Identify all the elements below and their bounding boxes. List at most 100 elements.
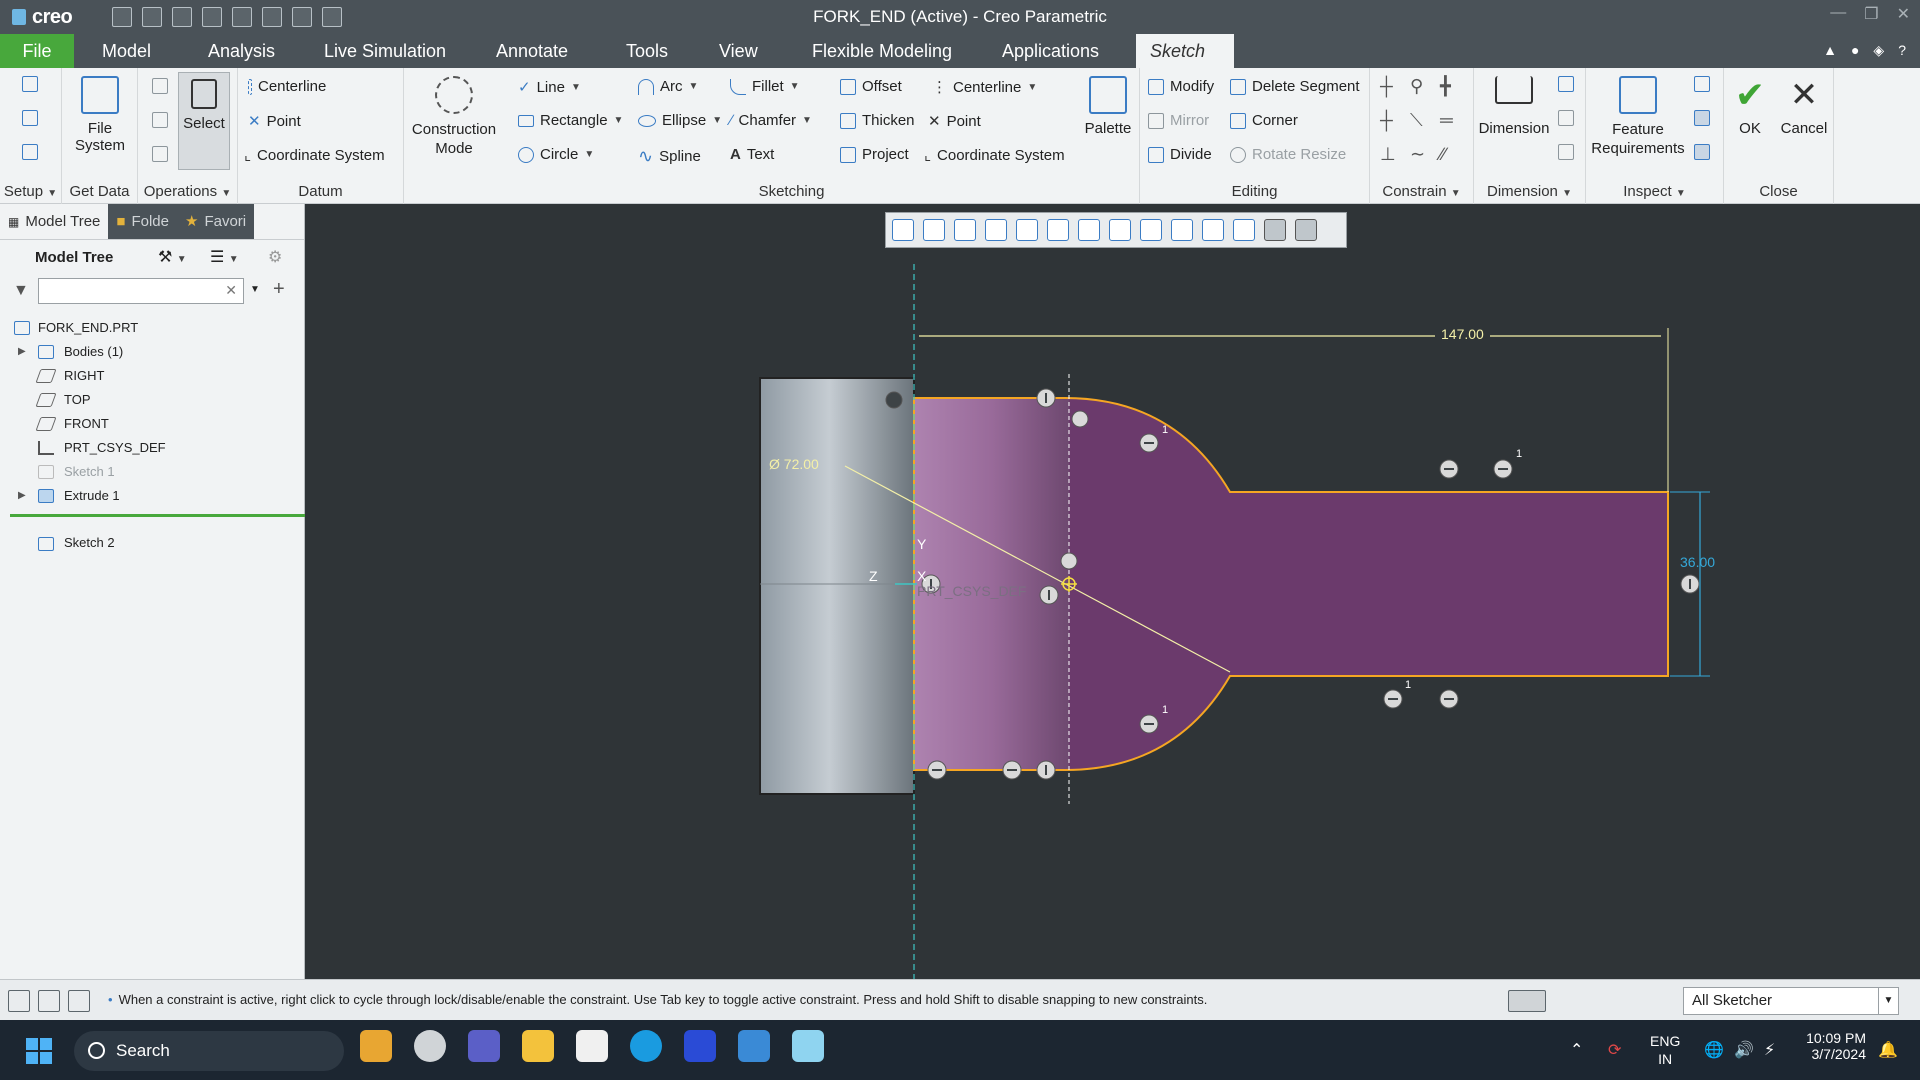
arc-button[interactable]: Arc ▼ xyxy=(638,78,698,95)
edge-app-icon[interactable] xyxy=(630,1030,662,1062)
expand-icon[interactable]: ▶ xyxy=(18,340,26,364)
divide-button[interactable]: Divide xyxy=(1148,146,1212,163)
volume-icon[interactable]: 🔊 xyxy=(1734,1040,1754,1060)
shade-closed-loops-icon[interactable] xyxy=(1694,144,1710,160)
construction-mode-button[interactable]: Construction Mode xyxy=(408,76,500,158)
tree-search-input[interactable]: ✕ xyxy=(38,278,244,304)
midpoint-constraint-icon[interactable]: ╋ xyxy=(1440,76,1451,97)
baseline-icon[interactable] xyxy=(1558,76,1574,92)
tab-live-simulation[interactable]: Live Simulation xyxy=(310,34,460,68)
symmetric-constraint-icon[interactable]: ∼ xyxy=(1410,144,1425,165)
tab-sketch[interactable]: Sketch xyxy=(1136,34,1234,68)
help-icon[interactable]: ? xyxy=(1898,42,1906,59)
clear-search-icon[interactable]: ✕ xyxy=(225,282,237,299)
add-filter-icon[interactable]: + xyxy=(273,278,285,301)
teams-app-icon[interactable] xyxy=(468,1030,500,1062)
equal-constraint-icon[interactable]: ═ xyxy=(1440,110,1453,131)
network-icon[interactable]: 🌐 xyxy=(1704,1040,1724,1060)
highlight-open-ends-icon[interactable] xyxy=(1694,110,1710,126)
expand-icon[interactable]: ▶ xyxy=(18,484,26,508)
search-help-icon[interactable]: ● xyxy=(1851,42,1859,59)
line-button[interactable]: ✓ Line ▼ xyxy=(518,78,581,97)
group-label-setup[interactable]: Setup ▼ xyxy=(0,183,61,200)
dimension-button[interactable]: Dimension xyxy=(1474,76,1554,137)
tree-node-sketch-1[interactable]: Sketch 1 xyxy=(0,460,305,484)
project-button[interactable]: Project xyxy=(840,146,909,163)
selection-filter-dropdown[interactable]: All Sketcher ▼ xyxy=(1683,987,1899,1015)
paste-icon[interactable] xyxy=(152,146,168,162)
tangent-constraint-symbol[interactable] xyxy=(1071,410,1089,428)
language-indicator[interactable]: ENG IN xyxy=(1650,1032,1680,1068)
windows-start-icon[interactable] xyxy=(26,1038,52,1064)
show-browser-icon[interactable] xyxy=(38,990,60,1012)
taskbar-search[interactable]: Search xyxy=(74,1031,344,1071)
show-hidden-icons-icon[interactable]: ⌃ xyxy=(1570,1040,1583,1060)
datum-centerline-button[interactable]: Centerline xyxy=(248,78,326,95)
store-app-icon[interactable] xyxy=(576,1030,608,1062)
learning-icon[interactable]: ◈ xyxy=(1873,42,1884,59)
tab-model-tree[interactable]: ▦ Model Tree xyxy=(0,204,108,239)
palette-button[interactable]: Palette xyxy=(1080,76,1136,137)
datum-point-button[interactable]: ✕ Point xyxy=(248,112,301,131)
clock[interactable]: 10:09 PM 3/7/2024 xyxy=(1806,1030,1866,1062)
tree-node-front[interactable]: FRONT xyxy=(0,412,305,436)
full-screen-icon[interactable] xyxy=(68,990,90,1012)
modify-button[interactable]: Modify xyxy=(1148,78,1214,95)
text-button[interactable]: A Text xyxy=(730,146,774,163)
lock-constraint-symbol[interactable] xyxy=(885,391,903,409)
search-options-icon[interactable]: ▼ xyxy=(250,284,260,295)
datum-coordinate-system-button[interactable]: ⌞ Coordinate System xyxy=(244,146,385,165)
delete-segment-button[interactable]: Delete Segment xyxy=(1230,78,1360,95)
battery-icon[interactable]: ⚡ xyxy=(1764,1040,1775,1060)
perimeter-icon[interactable] xyxy=(1558,110,1574,126)
onedrive-app-icon[interactable] xyxy=(414,1030,446,1062)
circle-button[interactable]: Circle ▼ xyxy=(518,146,594,163)
tree-node-sketch-2[interactable]: Sketch 2 xyxy=(10,514,305,558)
tab-applications[interactable]: Applications xyxy=(988,34,1113,68)
sketch-centerline-button[interactable]: ⋮ Centerline ▼ xyxy=(932,78,1037,97)
tree-settings-icon[interactable]: ⚒ ▼ xyxy=(158,247,187,267)
ok-button[interactable]: ✔ OK xyxy=(1728,76,1772,138)
minimize-ribbon-icon[interactable]: ▲ xyxy=(1823,42,1837,59)
corner-button[interactable]: Corner xyxy=(1230,112,1298,129)
rotate-resize-button[interactable]: Rotate Resize xyxy=(1230,146,1346,163)
creo-parametric-app-icon[interactable] xyxy=(792,1030,824,1062)
mathcad-app-icon[interactable] xyxy=(684,1030,716,1062)
select-button[interactable]: Select xyxy=(178,72,230,170)
find-icon[interactable] xyxy=(1508,990,1546,1012)
dimension-diameter-72[interactable]: Ø 72.00 xyxy=(769,456,819,472)
group-label-dimension[interactable]: Dimension ▼ xyxy=(1474,183,1585,200)
group-label-constrain[interactable]: Constrain ▼ xyxy=(1370,183,1473,200)
tab-tools[interactable]: Tools xyxy=(612,34,682,68)
tab-annotate[interactable]: Annotate xyxy=(482,34,582,68)
tab-folder-browser[interactable]: ■ Folde xyxy=(108,204,177,239)
tree-node-prt-csys-def[interactable]: PRT_CSYS_DEF xyxy=(0,436,305,460)
perpendicular-constraint-icon[interactable]: ⊥ xyxy=(1380,144,1396,165)
tree-columns-icon[interactable]: ☰ ▼ xyxy=(210,247,239,267)
vertical-constraint-icon[interactable]: ┼ xyxy=(1380,76,1393,97)
tab-file[interactable]: File xyxy=(0,34,74,68)
sketch-view-icon[interactable] xyxy=(22,144,38,160)
overlapping-geometry-icon[interactable] xyxy=(1694,76,1710,92)
dimension-length-147[interactable]: 147.00 xyxy=(1435,326,1490,342)
tree-node-extrude-1[interactable]: ▶ Extrude 1 xyxy=(0,484,305,508)
cancel-button[interactable]: ✕ Cancel xyxy=(1778,76,1830,137)
rectangle-button[interactable]: Rectangle ▼ xyxy=(518,112,623,129)
horizontal-constraint-icon[interactable]: ┼ xyxy=(1380,110,1393,131)
sync-icon[interactable]: ⟳ xyxy=(1608,1040,1621,1060)
dimension-height-36[interactable]: 36.00 xyxy=(1680,554,1715,570)
restore-icon[interactable]: ❐ xyxy=(1864,4,1878,24)
tab-view[interactable]: View xyxy=(705,34,772,68)
graphics-canvas[interactable]: 147.00 Ø 72.00 36.00 PRT_CSYS_DEF Y X Z … xyxy=(305,204,1920,979)
cut-icon[interactable] xyxy=(152,78,168,94)
tangent-constraint-icon[interactable]: ⚲ xyxy=(1410,76,1423,97)
close-icon[interactable]: ✕ xyxy=(1897,4,1910,24)
widgets-app-icon[interactable] xyxy=(360,1030,392,1062)
offset-button[interactable]: Offset xyxy=(840,78,902,95)
feature-requirements-button[interactable]: Feature Requirements xyxy=(1586,76,1690,158)
coincident-constraint-icon[interactable]: ⟍ xyxy=(1410,110,1423,131)
ellipse-button[interactable]: Ellipse ▼ xyxy=(638,112,722,129)
tab-model[interactable]: Model xyxy=(88,34,165,68)
tab-favorites[interactable]: ★ Favori xyxy=(176,204,255,239)
group-label-inspect[interactable]: Inspect ▼ xyxy=(1586,183,1723,200)
